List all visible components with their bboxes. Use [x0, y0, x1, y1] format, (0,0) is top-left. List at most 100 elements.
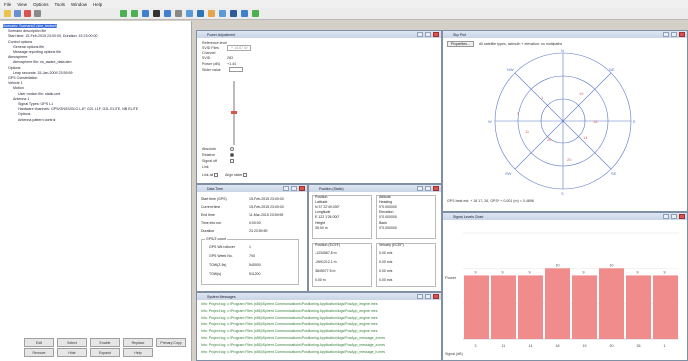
tree-action-button[interactable]: Expand	[90, 348, 120, 357]
signal-off-label: Signal off	[202, 159, 217, 163]
tree-item[interactable]: Control options	[8, 40, 32, 44]
message-line: Info: Project log: c:\Program Files (x86…	[201, 315, 378, 320]
minimize-icon[interactable]	[663, 214, 669, 219]
maximize-icon[interactable]	[291, 186, 297, 191]
tree-action-button[interactable]: Enable	[90, 338, 120, 347]
tree-action-button[interactable]: Primary Copy	[156, 338, 186, 347]
step-icon[interactable]	[142, 10, 149, 17]
attitude-title: Attitude	[379, 195, 391, 199]
tree-item[interactable]: Atmosphere	[8, 55, 27, 59]
tree-item[interactable]: Antenna 1	[13, 97, 29, 101]
end-time-value: 11-Mar-2015 23:59:59	[249, 213, 284, 217]
sky-plot-window: Sky Plot Properties... All satellite typ…	[442, 30, 688, 212]
absolute-radio[interactable]	[230, 147, 234, 151]
tree-action-button[interactable]: Edit	[24, 338, 54, 347]
bar-value-label: 9	[529, 270, 531, 274]
menu-item[interactable]: Help	[93, 2, 102, 7]
time-into-run-label: Time into run	[201, 221, 222, 225]
minimize-icon[interactable]	[417, 294, 423, 299]
tree-item[interactable]: Scenario description file	[8, 29, 46, 33]
grid-icon[interactable]	[219, 10, 226, 17]
tree-item[interactable]: GPS Constellation	[8, 76, 37, 80]
properties-button[interactable]: Properties...	[447, 41, 474, 47]
minimize-icon[interactable]	[663, 32, 669, 37]
week-no-label: GPS Week No.	[209, 254, 233, 258]
open-icon[interactable]	[14, 10, 21, 17]
close-icon[interactable]	[299, 186, 305, 191]
close-icon[interactable]	[679, 32, 685, 37]
maximize-icon[interactable]	[671, 214, 677, 219]
start-time-value: 15-Feb-2015 23:00:00	[249, 197, 284, 201]
tree-item[interactable]: Start time: 15-Feb-2015 23:00:00, Durati…	[8, 34, 98, 38]
menu-item[interactable]: Window	[71, 2, 87, 7]
tree-item[interactable]: Leap seconds: 15-Jan-2009 23:59:59	[13, 71, 73, 75]
layout-icon[interactable]	[230, 10, 237, 17]
new-file-icon[interactable]	[4, 10, 11, 17]
tree-item[interactable]: General options file	[13, 45, 44, 49]
close-icon[interactable]	[433, 294, 439, 299]
tow-s-label: TOW(s)	[209, 272, 222, 276]
map-icon[interactable]	[208, 10, 215, 17]
print-icon[interactable]	[34, 10, 41, 17]
tree-item[interactable]: User motion file: static.umt	[18, 92, 60, 96]
tree-action-button[interactable]: Remove	[24, 348, 54, 357]
maximize-icon[interactable]	[671, 32, 677, 37]
sat-label: 3	[517, 111, 520, 116]
close-icon[interactable]	[433, 32, 439, 37]
relative-radio[interactable]	[230, 153, 234, 157]
menu-item[interactable]: View	[17, 2, 27, 7]
tree-item[interactable]: Motion	[13, 86, 24, 90]
longitude-label: Longitude	[315, 210, 331, 214]
play-icon[interactable]	[120, 10, 127, 17]
chart-icon[interactable]	[186, 10, 193, 17]
refresh-icon[interactable]	[164, 10, 171, 17]
close-icon[interactable]	[679, 214, 685, 219]
satellite-tick-label: 26	[637, 344, 641, 348]
fast-forward-icon[interactable]	[131, 10, 138, 17]
stop-icon[interactable]	[175, 10, 182, 17]
satellite-tick-label: 3	[475, 344, 477, 348]
save-icon[interactable]	[24, 10, 31, 17]
tree-item[interactable]: Hardware channels: GPS/GNSS/GLO L1F, G2L…	[18, 107, 138, 111]
sky-plot: N S E W NE NW SE SW 1 19 11 26 14 18 3 2…	[488, 49, 636, 195]
window-title: Power Adjustment	[207, 32, 236, 37]
window-icon[interactable]	[197, 10, 204, 17]
maximize-icon[interactable]	[425, 186, 431, 191]
north-label: N	[561, 49, 564, 53]
minimize-icon[interactable]	[283, 186, 289, 191]
tree-item[interactable]: Antenna pattern control	[18, 118, 55, 122]
link-all-checkbox[interactable]	[214, 173, 218, 177]
tree-item[interactable]: Atmosphere file: ns_aware_data.atm	[13, 60, 72, 64]
align-slider-checkbox[interactable]	[243, 173, 247, 177]
menu-item[interactable]: Options	[33, 2, 49, 7]
tree-action-button[interactable]: Select	[57, 338, 87, 347]
power-slider-thumb[interactable]	[231, 111, 237, 114]
bar-value-label: 9	[664, 270, 666, 274]
info-icon[interactable]	[241, 10, 248, 17]
tree-item[interactable]: Scenario: Scenario2 (sim_testset)	[3, 24, 57, 28]
signal-bar-chart: Power Signal (dB) 9 3 9 11 9 14 10 18 9 19 10 20 9 26 9 1	[445, 232, 679, 356]
menu-item[interactable]: File	[4, 2, 11, 7]
power-icon[interactable]	[252, 10, 259, 17]
maximize-icon[interactable]	[425, 294, 431, 299]
tree-item[interactable]: Message reporting options file	[13, 50, 61, 54]
slider-value-input[interactable]	[229, 67, 243, 72]
maximize-icon[interactable]	[425, 32, 431, 37]
minimize-icon[interactable]	[417, 186, 423, 191]
tree-action-button[interactable]: Replace	[123, 338, 153, 347]
tree-action-button[interactable]: Help	[123, 348, 153, 357]
tree-item[interactable]: Options	[18, 112, 30, 116]
close-icon[interactable]	[433, 186, 439, 191]
pause-icon[interactable]	[153, 10, 160, 17]
data-time-window: Data Time Start time (GPS) 15-Feb-2015 2…	[196, 184, 308, 292]
minimize-icon[interactable]	[417, 32, 423, 37]
signal-levels-window: Signal Levels Chart Power Signal (dB) 9 3 9 1…	[442, 212, 688, 361]
tree-action-button[interactable]: Hide	[57, 348, 87, 357]
longitude-value: E 122 1'26.000"	[315, 215, 340, 219]
tree-item[interactable]: Signal Types: GPS L1	[18, 102, 53, 106]
signal-off-checkbox[interactable]	[230, 159, 234, 163]
tree-item[interactable]: Options	[8, 66, 20, 70]
menu-item[interactable]: Tools	[54, 2, 65, 7]
svid-files-value[interactable]: + 14.67 W	[227, 45, 252, 51]
tree-item[interactable]: Vehicle 1	[8, 81, 23, 85]
